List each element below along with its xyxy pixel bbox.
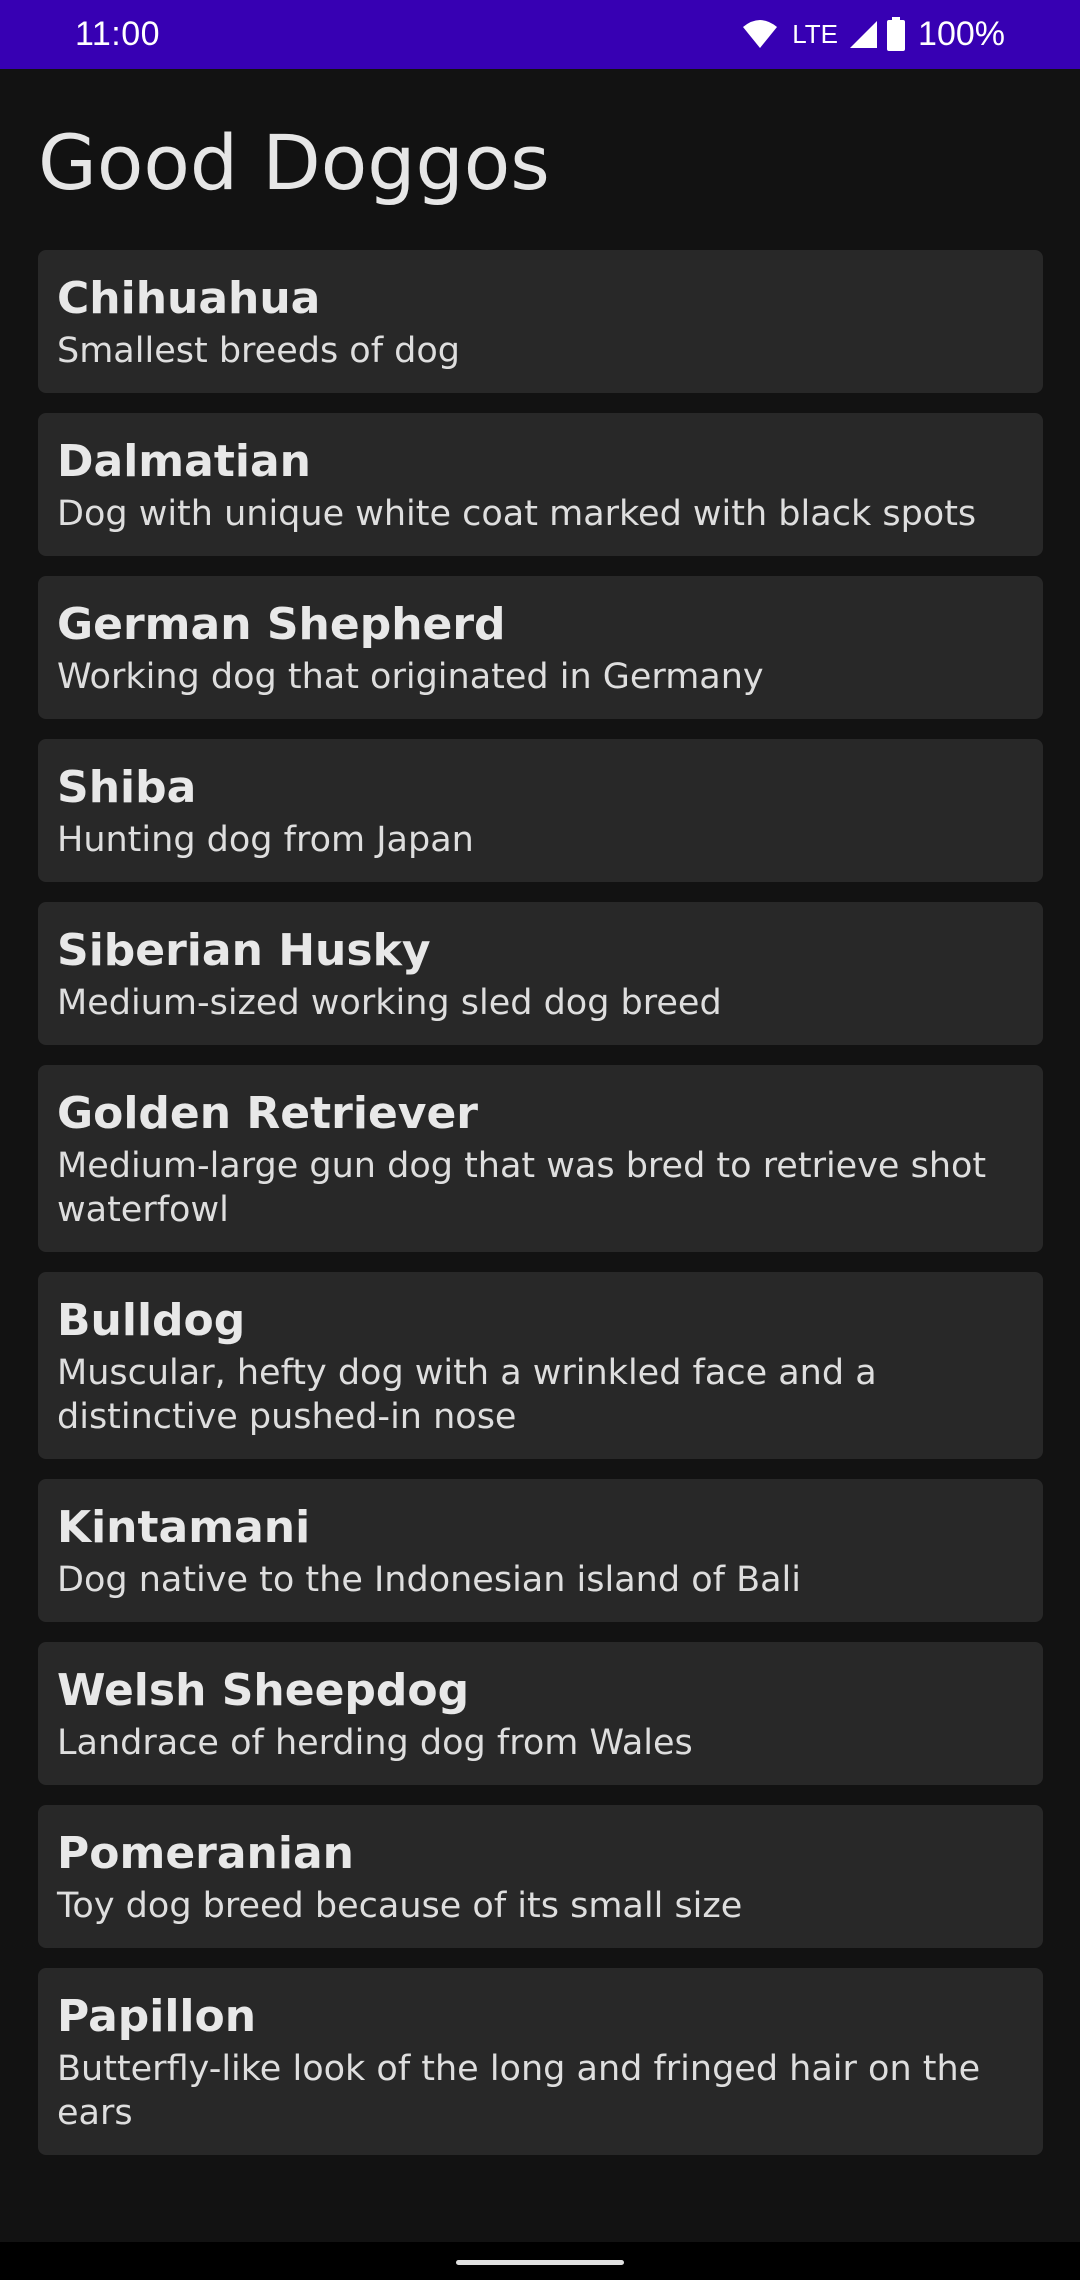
battery-percentage: 100% (918, 15, 1005, 53)
dog-name: German Shepherd (57, 599, 506, 650)
dog-description: Dog native to the Indonesian island of B… (57, 1560, 801, 1600)
dog-list-item[interactable]: Siberian Husky Medium-sized working sled … (38, 902, 1043, 1045)
dog-list-item[interactable]: German Shepherd Working dog that originat… (38, 576, 1043, 719)
dog-description: Landrace of herding dog from Wales (57, 1723, 693, 1763)
status-bar: 11:00 LTE 100% (0, 0, 1080, 69)
navigation-bar (0, 2242, 1080, 2280)
dog-description: Medium-sized working sled dog breed (57, 983, 722, 1023)
dog-name: Golden Retriever (57, 1088, 479, 1139)
dog-list-item[interactable]: Welsh Sheepdog Landrace of herding dog fr… (38, 1642, 1043, 1785)
dog-description: Smallest breeds of dog (57, 331, 461, 371)
status-time: 11:00 (75, 15, 161, 53)
dog-name: Dalmatian (57, 436, 311, 487)
dog-description: Muscular, hefty dog with a wrinkled face… (57, 1353, 877, 1437)
dog-name: Bulldog (57, 1295, 246, 1346)
dog-name: Welsh Sheepdog (57, 1665, 470, 1716)
dog-description: Butterfly-like look of the long and frin… (57, 2049, 981, 2133)
network-type-label: LTE (792, 19, 839, 49)
dog-name: Pomeranian (57, 1828, 354, 1879)
app-screen: 11:00 LTE 100% Good Doggos Chihuahua Sma… (0, 0, 1080, 2280)
dog-description: Working dog that originated in Germany (57, 657, 764, 697)
dog-description: Toy dog breed because of its small size (57, 1886, 743, 1926)
dog-name: Papillon (57, 1991, 257, 2042)
dog-list-item[interactable]: Chihuahua Smallest breeds of dog (38, 250, 1043, 393)
signal-icon (848, 19, 878, 49)
dog-list-item[interactable]: Pomeranian Toy dog breed because of its s… (38, 1805, 1043, 1948)
dog-name: Siberian Husky (57, 925, 431, 976)
dog-list-item[interactable]: Dalmatian Dog with unique white coat mark… (38, 413, 1043, 556)
dog-description: Hunting dog from Japan (57, 820, 474, 860)
wifi-icon (742, 19, 778, 49)
home-indicator[interactable] (456, 2260, 624, 2265)
dog-name: Kintamani (57, 1502, 311, 1553)
dog-list: Chihuahua Smallest breeds of dog Dalmatian… (38, 250, 1043, 2175)
page-title: Good Doggos (38, 118, 550, 207)
dog-name: Shiba (57, 762, 197, 813)
dog-list-item[interactable]: Papillon Butterfly-like look of the long … (38, 1968, 1043, 2155)
dog-description: Dog with unique white coat marked with b… (57, 494, 977, 534)
dog-list-item[interactable]: Bulldog Muscular, hefty dog with a wrinkl… (38, 1272, 1043, 1459)
battery-icon (886, 17, 906, 51)
dog-name: Chihuahua (57, 273, 321, 324)
dog-description: Medium-large gun dog that was bred to re… (57, 1146, 987, 1230)
dog-list-item[interactable]: Kintamani Dog native to the Indonesian is… (38, 1479, 1043, 1622)
dog-list-item[interactable]: Golden Retriever Medium-large gun dog tha… (38, 1065, 1043, 1252)
dog-list-item[interactable]: Shiba Hunting dog from Japan (38, 739, 1043, 882)
status-icons: LTE 100% (742, 12, 1005, 56)
